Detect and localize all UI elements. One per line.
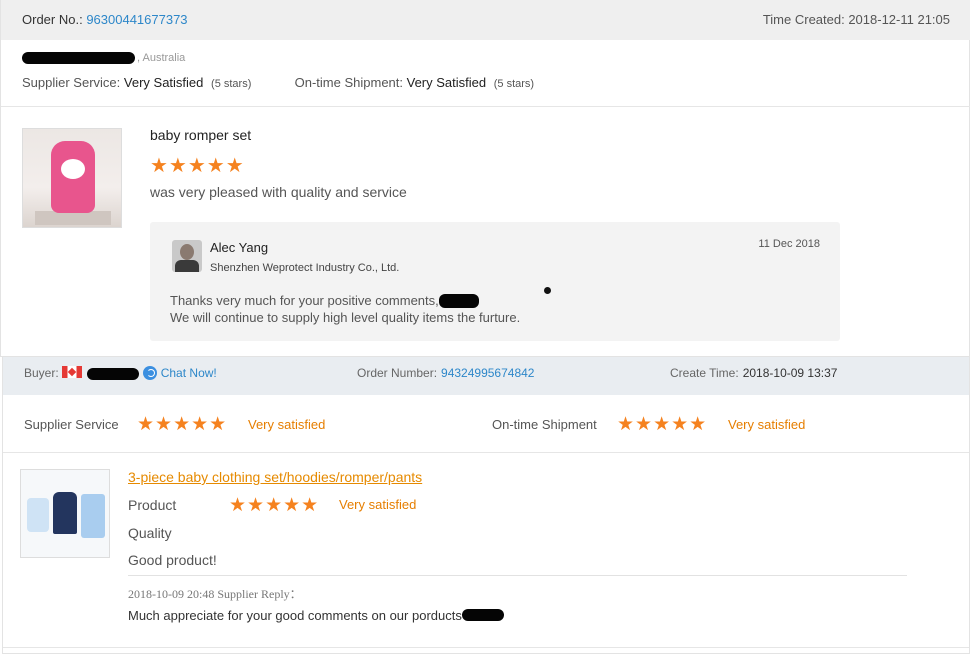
rating-stars: ★★★★★ <box>150 155 245 177</box>
supplier-reply-text: Much appreciate for your good comments o… <box>128 608 462 623</box>
create-time-label: Create Time: <box>670 366 739 380</box>
redacted-text <box>438 294 479 308</box>
supplier-reply: Alec Yang Shenzhen Weprotect Industry Co… <box>150 222 840 341</box>
product-thumbnail[interactable] <box>20 469 110 558</box>
order-number-link[interactable]: 96300441677373 <box>86 12 187 27</box>
order-number-label: Order Number: <box>357 366 438 380</box>
buyer-info: Buyer: Chat Now! <box>24 366 217 380</box>
supplier-reply: Much appreciate for your good comments o… <box>128 608 504 623</box>
divider <box>3 647 969 648</box>
supplier-service-label: Supplier Service <box>24 417 119 432</box>
reply-date: 11 Dec 2018 <box>758 238 820 250</box>
shipment-label: On-time Shipment <box>492 417 597 432</box>
quality-label: Quality <box>128 525 172 541</box>
product-title: baby romper set <box>150 127 252 143</box>
supplier-service-value: Very Satisfied <box>123 75 204 90</box>
supplier-service-stars: ★★★★★ <box>137 414 228 435</box>
time-created: Time Created: 2018-12-11 21:05 <box>762 12 950 27</box>
product-thumbnail[interactable] <box>22 128 122 228</box>
review-comment: Good product! <box>128 552 217 568</box>
create-time: Create Time: 2018-10-09 13:37 <box>670 366 837 380</box>
divider <box>128 575 907 576</box>
redacted-buyer-name <box>87 367 140 380</box>
supplier-service-stars: (5 stars) <box>211 78 252 90</box>
create-time-value: 2018-10-09 13:37 <box>742 366 838 380</box>
product-title-link[interactable]: 3-piece baby clothing set/hoodies/romper… <box>128 469 422 485</box>
redacted-buyer-name <box>22 52 135 65</box>
reply-message: Thanks very much for your positive comme… <box>170 292 520 326</box>
supplier-reply-meta: 2018-10-09 20:48 Supplier Reply： <box>128 587 302 601</box>
supplier-service-label: Supplier Service: <box>22 75 121 90</box>
canada-flag-icon <box>62 366 83 378</box>
dot-mark <box>544 287 551 294</box>
divider <box>3 452 969 453</box>
divider <box>1 106 970 107</box>
shipment-value: Very Satisfied <box>406 75 487 90</box>
review-comment: was very pleased with quality and servic… <box>150 184 407 200</box>
review-header: Order No.: 96300441677373 Time Created: … <box>1 0 970 40</box>
reply-line-2: We will continue to supply high level qu… <box>170 310 521 325</box>
review-card-2: Buyer: Chat Now! Order Number: 9432499567… <box>2 357 970 654</box>
product-rating-label: Product <box>128 497 177 513</box>
shipment-label: On-time Shipment: <box>294 75 403 90</box>
buyer-info: , Australia <box>22 52 185 66</box>
review-card-1: Order No.: 96300441677373 Time Created: … <box>0 0 970 357</box>
buyer-label: Buyer: <box>24 366 59 380</box>
reply-company: Shenzhen Weprotect Industry Co., Ltd. <box>210 262 400 274</box>
order-number: Order Number: 94324995674842 <box>357 366 534 380</box>
order-ratings: Supplier Service: Very Satisfied (5 star… <box>22 75 534 90</box>
product-rating-value: Very satisfied <box>339 497 417 512</box>
product-rating-stars: ★★★★★ <box>229 495 320 516</box>
order-label: Order No.: <box>22 12 83 27</box>
chat-now-link[interactable]: Chat Now! <box>161 366 217 380</box>
avatar <box>172 240 202 272</box>
order-ratings: Supplier Service ★★★★★ Very satisfied On… <box>24 415 964 435</box>
redacted-text <box>461 609 504 621</box>
reply-line-1: Thanks very much for your positive comme… <box>170 293 439 308</box>
order-number-link[interactable]: 94324995674842 <box>441 366 534 380</box>
reply-author-name: Alec Yang <box>210 240 269 255</box>
shipment-stars: (5 stars) <box>493 78 535 90</box>
shipment-stars: ★★★★★ <box>617 414 708 435</box>
chat-icon[interactable] <box>142 366 157 380</box>
supplier-service-value: Very satisfied <box>248 417 326 432</box>
shipment-value: Very satisfied <box>728 417 806 432</box>
review-header: Buyer: Chat Now! Order Number: 9432499567… <box>3 357 969 395</box>
buyer-location: , Australia <box>137 52 186 64</box>
order-number: Order No.: 96300441677373 <box>22 12 188 27</box>
